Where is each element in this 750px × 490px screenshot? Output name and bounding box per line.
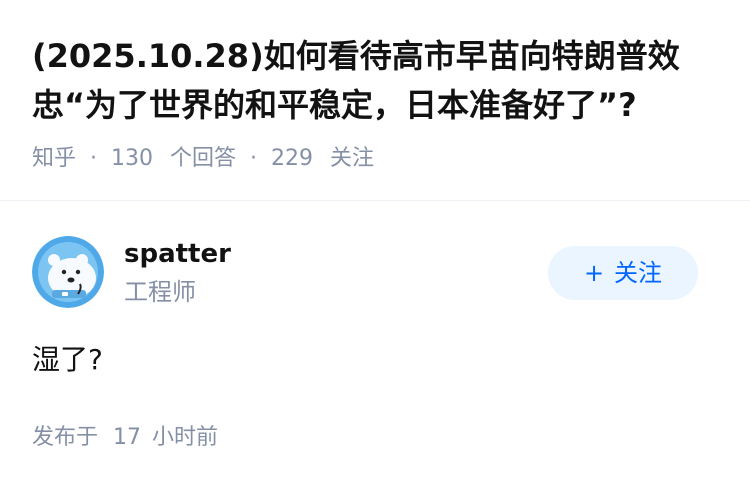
author-name[interactable]: spatter bbox=[124, 238, 231, 270]
published-prefix: 发布于 bbox=[32, 425, 99, 450]
answers-count: 130 bbox=[111, 146, 154, 171]
plus-icon: + bbox=[583, 259, 605, 287]
author-avatar[interactable] bbox=[32, 236, 104, 308]
followers-label: 关注 bbox=[330, 146, 375, 171]
meta-separator: · bbox=[90, 146, 98, 171]
follow-button[interactable]: + 关注 bbox=[548, 246, 698, 300]
follow-label: 关注 bbox=[614, 259, 663, 287]
author-headline: 工程师 bbox=[124, 278, 196, 306]
answer-page: (2025.10.28)如何看待高市早苗向特朗普效忠“为了世界的和平稳定，日本准… bbox=[0, 0, 750, 490]
meta-separator: · bbox=[250, 146, 258, 171]
published-unit: 小时前 bbox=[152, 425, 219, 450]
answers-count-link[interactable]: 130 个回答 bbox=[111, 144, 236, 174]
source-label[interactable]: 知乎 bbox=[32, 144, 76, 174]
answer-content: 湿了? bbox=[32, 343, 103, 376]
published-count: 17 bbox=[113, 425, 142, 450]
answer-published-time[interactable]: 发布于 17 小时前 bbox=[32, 423, 218, 453]
answers-label: 个回答 bbox=[170, 146, 237, 171]
followers-count: 229 bbox=[271, 146, 314, 171]
followers-count-link[interactable]: 229 关注 bbox=[271, 144, 374, 174]
question-meta: 知乎 · 130 个回答 · 229 关注 bbox=[32, 144, 374, 174]
polar-bear-avatar-icon bbox=[32, 236, 104, 308]
section-divider bbox=[0, 200, 750, 201]
question-title[interactable]: (2025.10.28)如何看待高市早苗向特朗普效忠“为了世界的和平稳定，日本准… bbox=[32, 32, 722, 130]
